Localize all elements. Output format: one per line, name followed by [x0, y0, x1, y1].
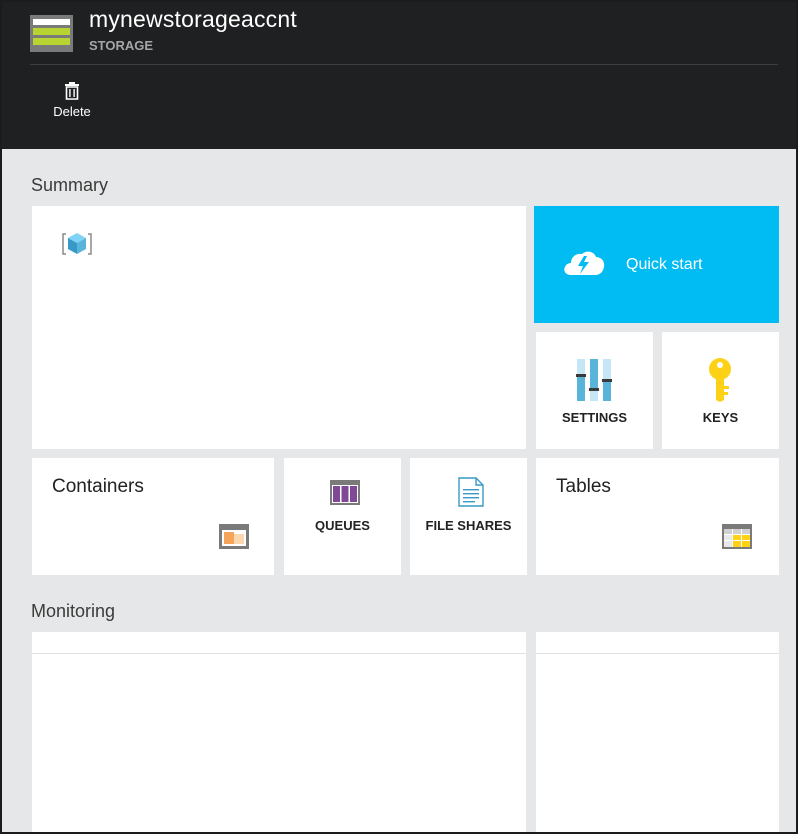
- quick-start-tile[interactable]: Quick start: [534, 206, 779, 323]
- containers-tile[interactable]: Containers: [32, 458, 274, 575]
- essentials-tile[interactable]: [32, 206, 526, 449]
- container-icon: [219, 524, 249, 554]
- account-name: mynewstorageaccnt: [89, 6, 297, 32]
- file-share-icon: [458, 477, 484, 512]
- summary-heading: Summary: [31, 175, 109, 195]
- chart-header-divider: [32, 653, 526, 654]
- monitoring-chart-tile[interactable]: [32, 632, 526, 834]
- key-icon: [707, 358, 733, 407]
- file-shares-label: FILE SHARES: [425, 518, 512, 533]
- queues-label: QUEUES: [315, 518, 370, 533]
- chart-header-divider: [536, 653, 779, 654]
- keys-label: KEYS: [702, 410, 739, 425]
- quick-start-label: Quick start: [626, 256, 703, 273]
- containers-label: Containers: [52, 476, 144, 497]
- queue-icon: [330, 480, 360, 510]
- trash-icon: [44, 82, 100, 100]
- storage-account-icon: [30, 15, 73, 57]
- settings-label: SETTINGS: [561, 410, 627, 425]
- blade-header: mynewstorageaccnt STORAGE Delete: [0, 0, 798, 149]
- monitoring-heading: Monitoring: [31, 601, 116, 621]
- settings-sliders-icon: [576, 359, 612, 406]
- settings-tile[interactable]: SETTINGS: [536, 332, 653, 449]
- delete-button[interactable]: Delete: [44, 80, 100, 130]
- resource-cube-icon: [62, 231, 92, 262]
- tables-tile[interactable]: Tables: [536, 458, 779, 575]
- queues-tile[interactable]: QUEUES: [284, 458, 401, 575]
- tables-label: Tables: [556, 476, 611, 497]
- delete-label: Delete: [53, 104, 91, 119]
- account-type: STORAGE: [89, 38, 154, 53]
- file-shares-tile[interactable]: FILE SHARES: [410, 458, 527, 575]
- keys-tile[interactable]: KEYS: [662, 332, 779, 449]
- header-divider: [30, 64, 778, 65]
- table-icon: [722, 524, 752, 554]
- monitoring-secondary-tile[interactable]: [536, 632, 779, 834]
- cloud-lightning-icon: [562, 248, 606, 283]
